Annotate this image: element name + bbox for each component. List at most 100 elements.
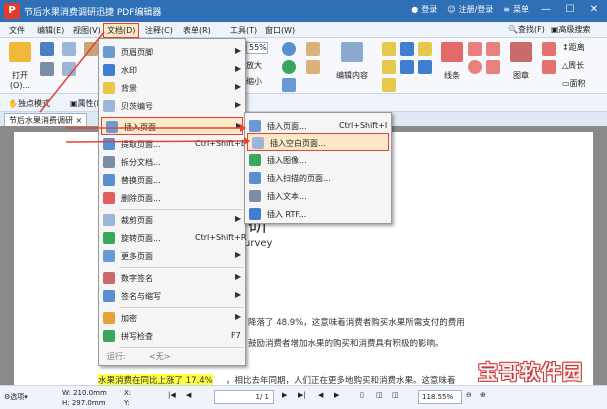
- copy-icon[interactable]: [62, 42, 76, 56]
- submenu-item-insert-image[interactable]: 插入图像...: [245, 151, 391, 169]
- submenu-item-insert-scan[interactable]: 插入扫描的页面...: [245, 169, 391, 187]
- menu-tools[interactable]: 工具(T): [227, 24, 260, 37]
- zoom-in-status-icon[interactable]: ⊕: [480, 391, 486, 399]
- spell-check-icon: [103, 330, 115, 342]
- register-button[interactable]: ☺ 注册/登录: [447, 4, 493, 15]
- fit-page-icon[interactable]: [282, 78, 296, 92]
- two-page-icon[interactable]: ◫: [392, 391, 399, 399]
- single-page-icon[interactable]: ▯: [360, 391, 364, 399]
- menu-item-crop-page[interactable]: 裁剪页面 ▶: [99, 211, 245, 229]
- close-tab-icon[interactable]: ×: [76, 116, 83, 125]
- menu-item-insert-page[interactable]: 插入页面 ▶: [101, 117, 243, 135]
- menu-form[interactable]: 表单(R): [180, 24, 214, 37]
- zoom-out-icon[interactable]: ⊖: [466, 391, 472, 399]
- properties-icon: ▣: [70, 99, 78, 108]
- insert-scan-icon: [249, 172, 261, 184]
- highlight-icon[interactable]: [400, 60, 414, 74]
- menu-item-spell-check[interactable]: 拼写检查 F7: [99, 327, 245, 345]
- note-icon[interactable]: [418, 42, 432, 56]
- perimeter-button[interactable]: △周长: [562, 60, 584, 71]
- cut-icon[interactable]: [62, 62, 76, 76]
- menu-item-more-pages[interactable]: 更多页面 ▶: [99, 247, 245, 265]
- menu-item-signature-initials[interactable]: 签名与缩写 ▶: [99, 287, 245, 305]
- distance-button[interactable]: ↕距离: [562, 42, 585, 53]
- menu-item-watermark[interactable]: 水印 ▶: [99, 61, 245, 79]
- open-button[interactable]: 打开(O)...: [4, 42, 36, 90]
- menu-edit[interactable]: 编辑(E): [34, 24, 67, 37]
- hand-tool-icon[interactable]: [306, 42, 320, 56]
- menu-item-replace-page[interactable]: 替换页面...: [99, 171, 245, 189]
- strikeout-icon[interactable]: [418, 60, 432, 74]
- encrypt-icon: [103, 312, 115, 324]
- menu-item-delete-page[interactable]: 删除页面...: [99, 189, 245, 207]
- prev-page-button[interactable]: ◀: [186, 391, 191, 399]
- paste-icon[interactable]: [84, 42, 98, 56]
- menu-item-bates[interactable]: 贝茨编号 ▶: [99, 97, 245, 115]
- advanced-search-button[interactable]: ▣高级搜索: [551, 24, 591, 35]
- forward-button[interactable]: ▶: [334, 391, 339, 399]
- insert-rtf-icon: [249, 208, 261, 220]
- menu-item-digital-signature[interactable]: 数字签名 ▶: [99, 269, 245, 287]
- menu-item-extract-page[interactable]: 提取页面... Ctrl+Shift+E: [99, 135, 246, 153]
- zoom-select[interactable]: 55%: [246, 42, 268, 54]
- menu-item-rotate-page[interactable]: 旋转页面... Ctrl+Shift+R: [99, 229, 246, 247]
- select-tool-icon[interactable]: [306, 60, 320, 74]
- background-icon: [103, 82, 115, 94]
- rotate-page-icon: [103, 232, 115, 244]
- next-page-button[interactable]: ▶: [282, 391, 287, 399]
- continuous-page-icon[interactable]: ◫: [376, 391, 383, 399]
- close-button[interactable]: ✕: [587, 4, 601, 15]
- menu-document[interactable]: 文档(D): [103, 23, 140, 38]
- submenu-item-insert-text[interactable]: 插入文本...: [245, 187, 391, 205]
- tab-document[interactable]: 节后水果消费调研 ×: [4, 113, 88, 126]
- pdf-logo-icon: P: [4, 3, 20, 19]
- print-icon[interactable]: [40, 62, 54, 76]
- zoom-in-label[interactable]: 放大: [246, 60, 262, 71]
- edit-content-button[interactable]: 编辑内容: [332, 42, 372, 81]
- typewriter-icon[interactable]: [400, 42, 414, 56]
- pencil-icon[interactable]: [542, 60, 556, 74]
- menu-separator: [119, 209, 243, 210]
- search-button[interactable]: 🔍查找(F): [508, 24, 545, 35]
- first-page-button[interactable]: |◀: [168, 391, 176, 399]
- menu-item-header-footer[interactable]: 页眉页脚 ▶: [99, 43, 245, 61]
- menu-item-background[interactable]: 背景 ▶: [99, 79, 245, 97]
- main-menu-button[interactable]: ≡ 菜单: [503, 4, 529, 15]
- area-button[interactable]: ▭面积: [562, 78, 586, 89]
- insert-image-icon: [249, 154, 261, 166]
- menu-item-encrypt[interactable]: 加密 ▶: [99, 309, 245, 327]
- menu-file[interactable]: 文件: [6, 24, 28, 37]
- last-page-button[interactable]: ▶|: [298, 391, 306, 399]
- menu-item-run[interactable]: 运行: <无>: [99, 347, 245, 365]
- back-button[interactable]: ◀: [318, 391, 323, 399]
- rectangle-icon[interactable]: [468, 42, 482, 56]
- menu-window[interactable]: 窗口(W): [262, 24, 298, 37]
- text-box-icon[interactable]: [382, 60, 396, 74]
- callout-icon[interactable]: [382, 78, 396, 92]
- cloud-icon[interactable]: [486, 60, 500, 74]
- options-button[interactable]: ⚙选项▾: [4, 392, 28, 402]
- submenu-item-insert-rtf[interactable]: 插入 RTF...: [245, 205, 391, 223]
- paragraph-line-1: 降落了 48.9%，这意味着消费者购买水果所需支付的费用: [248, 318, 465, 328]
- bates-number-icon: [103, 100, 115, 112]
- minimize-button[interactable]: —: [539, 4, 553, 15]
- zoom-in-icon[interactable]: [282, 42, 296, 56]
- text-tool-icon[interactable]: [382, 42, 396, 56]
- zoom-level-select[interactable]: 118.55%: [418, 390, 462, 404]
- maximize-button[interactable]: ☐: [563, 4, 577, 15]
- stamp-button[interactable]: 图章: [506, 42, 536, 81]
- ellipse-icon[interactable]: [468, 60, 482, 74]
- menu-comment[interactable]: 注释(C): [142, 24, 176, 37]
- polygon-icon[interactable]: [486, 42, 500, 56]
- lines-button[interactable]: 线条: [440, 42, 464, 81]
- rotate-icon[interactable]: [282, 60, 296, 74]
- eraser-icon[interactable]: [542, 42, 556, 56]
- save-icon[interactable]: [40, 42, 54, 56]
- login-button[interactable]: ● 登录: [411, 4, 437, 15]
- menu-item-split-document[interactable]: 拆分文档...: [99, 153, 245, 171]
- submenu-item-insert-blank-page[interactable]: 插入空白页面...: [247, 133, 389, 151]
- menu-view[interactable]: 视图(V): [70, 24, 104, 37]
- page-number-input[interactable]: 1/ 1: [214, 390, 274, 404]
- zoom-out-label[interactable]: 缩小: [246, 76, 262, 87]
- snapshot-mode-button[interactable]: ✋独点模式: [8, 98, 50, 109]
